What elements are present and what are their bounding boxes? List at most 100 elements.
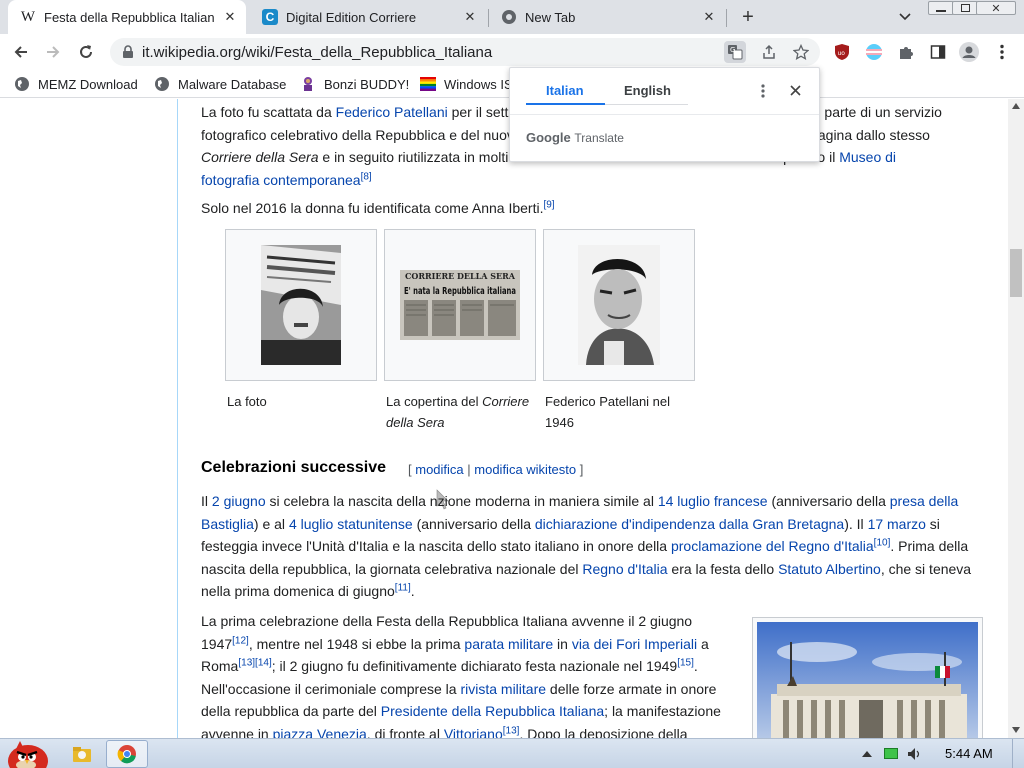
profile-avatar-icon[interactable] [959, 42, 979, 62]
text: . [410, 583, 415, 599]
link-parata-militare[interactable]: parata militare [464, 636, 553, 652]
tab-digital-edition-corriere[interactable]: C Digital Edition Corriere ✕ [250, 0, 486, 34]
wikipedia-icon: W [20, 8, 36, 25]
close-tab-icon[interactable]: ✕ [462, 9, 478, 25]
translate-icon[interactable]: G [724, 41, 746, 63]
restore-icon[interactable] [952, 1, 978, 15]
tab-new-tab[interactable]: New Tab ✕ [489, 0, 725, 34]
close-tab-icon[interactable]: ✕ [222, 9, 238, 25]
network-icon[interactable] [884, 748, 898, 759]
citation[interactable]: [8] [361, 171, 372, 182]
vittoriano-image [757, 622, 978, 738]
ublock-icon[interactable]: uo [832, 42, 852, 62]
citation[interactable]: [11] [395, 582, 411, 593]
close-tab-icon[interactable]: ✕ [701, 9, 717, 25]
back-icon[interactable] [8, 39, 34, 65]
tray-expand-icon[interactable] [862, 749, 872, 757]
link-rivista-militare[interactable]: rivista militare [460, 681, 546, 697]
scroll-down-arrow-icon[interactable] [1012, 727, 1020, 733]
side-panel-icon[interactable] [928, 42, 948, 62]
text: ) e al [253, 515, 289, 532]
edit-link[interactable]: modifica [415, 462, 463, 477]
address-bar[interactable]: it.wikipedia.org/wiki/Festa_della_Repubb… [110, 38, 820, 66]
bookmark-malware-database[interactable]: Malware Database [154, 74, 286, 94]
scrollbar[interactable] [1008, 99, 1024, 738]
new-tab-icon[interactable]: + [737, 6, 759, 28]
active-tab-underline [526, 103, 605, 105]
link-proclamazione[interactable]: proclamazione del Regno d'Italia [671, 538, 874, 554]
link-presidente[interactable]: Presidente della Repubblica Italiana [381, 703, 604, 719]
citation[interactable]: [13][14] [238, 657, 271, 668]
bookmark-star-icon[interactable] [790, 41, 812, 63]
link-vittoriano[interactable]: Vittoriano [444, 726, 503, 739]
file-explorer-icon[interactable] [66, 740, 98, 768]
link-statuto-albertino[interactable]: Statuto Albertino [778, 561, 881, 577]
citation[interactable]: [10] [874, 537, 891, 548]
text: si celebra la nascita della n [265, 493, 438, 509]
gallery-image-patellani[interactable] [543, 229, 695, 381]
start-button-angry-bird-icon[interactable] [2, 740, 52, 768]
gallery-image-la-foto[interactable] [225, 229, 377, 381]
text: . Dopo la deposizione della [519, 725, 688, 739]
photo-woman-newspaper [261, 245, 341, 365]
more-options-icon[interactable] [761, 84, 765, 98]
reload-icon[interactable] [73, 39, 99, 65]
tab-italian[interactable]: Italian [546, 83, 584, 98]
bookmark-bonzi-buddy[interactable]: Bonzi BUDDY! [300, 74, 409, 94]
chevron-down-icon[interactable] [896, 8, 914, 26]
bonzi-icon [300, 76, 316, 92]
forward-icon[interactable] [40, 39, 66, 65]
gallery-caption-la-foto: La foto [227, 391, 379, 412]
show-desktop-button[interactable] [1012, 739, 1024, 768]
gallery-image-copertina[interactable]: CORRIERE DELLA SERA E' nata la Repubblic… [384, 229, 536, 381]
lock-icon[interactable] [122, 45, 134, 64]
volume-icon[interactable] [906, 746, 922, 762]
caption-text: La foto [227, 394, 267, 409]
link-dichiarazione[interactable]: dichiarazione d'indipendenza dalla Gran … [535, 516, 844, 532]
minimize-icon[interactable] [928, 1, 954, 15]
extension-flag-icon[interactable] [864, 42, 884, 62]
bookmark-windows-is[interactable]: Windows IS [420, 74, 513, 94]
scroll-up-arrow-icon[interactable] [1012, 103, 1020, 109]
bookmark-label: Windows IS [444, 76, 513, 92]
link-2-giugno[interactable]: 2 giugno [212, 493, 266, 509]
popup-divider [510, 114, 819, 115]
citation[interactable]: [12] [232, 635, 249, 646]
link-17-marzo[interactable]: 17 marzo [868, 516, 926, 532]
link-federico-patellani[interactable]: Federico Patellani [336, 104, 448, 120]
link-regno-italia[interactable]: Regno d'Italia [582, 561, 667, 577]
link-museo[interactable]: Museo di [839, 149, 896, 165]
globe-icon [14, 76, 30, 92]
citation[interactable]: [9] [543, 199, 554, 210]
extensions-puzzle-icon[interactable] [896, 42, 916, 62]
share-icon[interactable] [758, 41, 780, 63]
link-fori-imperiali[interactable]: via dei Fori Imperiali [572, 636, 697, 652]
tab-underline [605, 104, 688, 105]
edit-source-link[interactable]: modifica wikitesto [474, 462, 576, 477]
close-popup-icon[interactable] [790, 85, 801, 96]
citation[interactable]: [15] [677, 657, 694, 668]
browser-toolbar: it.wikipedia.org/wiki/Festa_della_Repubb… [0, 34, 1024, 70]
newspaper-headline: E' nata la Repubblica italiana [404, 286, 516, 297]
tab-title: Digital Edition Corriere [286, 9, 417, 25]
tab-english[interactable]: English [624, 83, 671, 98]
thumbnail-vittoriano[interactable] [752, 617, 983, 738]
close-window-icon[interactable]: ✕ [976, 1, 1016, 15]
taskbar-clock[interactable]: 5:44 AM [945, 746, 993, 761]
caption-text: La copertina del [386, 394, 483, 409]
link-14-luglio[interactable]: 14 luglio francese [658, 493, 768, 509]
chrome-taskbar-button[interactable] [106, 740, 148, 768]
paragraph-celebrations: Il 2 giugno si celebra la nascita della … [201, 490, 976, 603]
citation[interactable]: [13] [503, 725, 520, 736]
photo-federico-patellani [578, 245, 660, 365]
bookmark-memz-download[interactable]: MEMZ Download [14, 74, 138, 94]
url-text[interactable]: it.wikipedia.org/wiki/Festa_della_Repubb… [142, 44, 492, 61]
link-4-luglio[interactable]: 4 luglio statunitense [289, 516, 413, 532]
menu-kebab-icon[interactable] [992, 42, 1012, 62]
tab-festa-della-repubblica[interactable]: W Festa della Repubblica Italiana ✕ [8, 0, 246, 34]
link-piazza-venezia[interactable]: piazza Venezia [273, 726, 367, 739]
rainbow-flag-icon [420, 76, 436, 92]
tab-separator [726, 9, 727, 27]
link-fotografia-contemporanea[interactable]: fotografia contemporanea [201, 172, 361, 188]
scrollbar-thumb[interactable] [1010, 249, 1022, 297]
